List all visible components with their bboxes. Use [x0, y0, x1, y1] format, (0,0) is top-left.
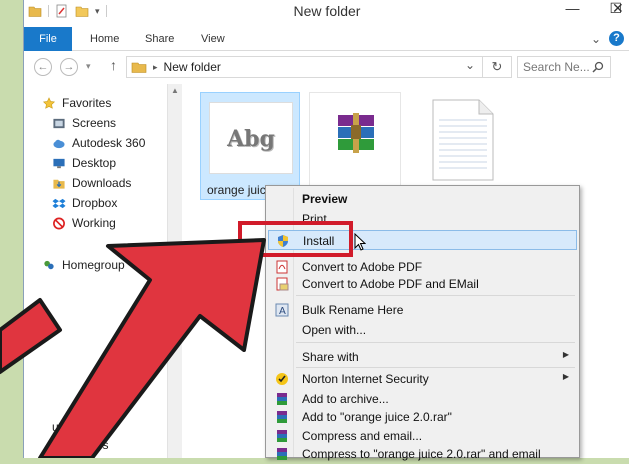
back-button[interactable]: ← [34, 58, 52, 76]
submenu-arrow-icon: ▶ [562, 372, 569, 381]
menu-item-add-archive[interactable]: Add to archive... [268, 389, 577, 409]
help-icon[interactable]: ? [609, 31, 624, 46]
nav-favorites-label: Favorites [62, 96, 112, 110]
nav-item-label: Autodesk 360 [72, 136, 146, 150]
nav-item-pictures[interactable]: ures [52, 418, 75, 436]
expand-ribbon-icon[interactable]: ⌄ [591, 32, 601, 46]
breadcrumb-separator-icon: ▸ [153, 61, 158, 72]
scroll-up-icon[interactable]: ▲ [171, 86, 179, 95]
nav-item-screens[interactable]: Screens [52, 114, 116, 132]
tab-file[interactable]: File [24, 27, 72, 51]
address-bar[interactable]: ▸ New folder ⌄ [126, 56, 512, 78]
homegroup-icon [44, 260, 54, 269]
tab-share[interactable]: Share [145, 27, 174, 51]
breadcrumb[interactable]: New folder [164, 60, 221, 74]
address-row: ← → ▾ ↑ ▸ New folder ⌄ ↻ Search Ne... [24, 52, 629, 82]
nav-item-working[interactable]: Working [52, 214, 116, 232]
menu-item-convert-pdf-email[interactable]: Convert to Adobe PDF and EMail [268, 274, 577, 294]
refresh-button[interactable]: ↻ [482, 56, 512, 78]
folder-icon [131, 62, 147, 73]
navigation-scrollbar[interactable]: ▲ [167, 84, 182, 458]
desktop-icon [53, 158, 65, 168]
menu-item-label: Add to archive... [302, 392, 389, 406]
install-highlight-box [238, 221, 353, 257]
pdf-email-icon [276, 277, 289, 291]
menu-item-label: Convert to Adobe PDF [302, 260, 423, 274]
menu-item-label: Compress to "orange juice 2.0.rar" and e… [302, 447, 541, 461]
menu-item-label: Preview [302, 192, 348, 206]
nav-item-label: Downloads [72, 176, 132, 190]
no-entry-icon [53, 217, 65, 229]
file-tile-font[interactable]: Abg orange juice [200, 92, 300, 200]
nav-item-label: Dropbox [72, 196, 118, 210]
ribbon-tabs: File Home Share View ⌄ ? [24, 27, 629, 51]
minimize-button[interactable]: — [565, 0, 579, 17]
menu-item-label: Open with... [302, 323, 367, 337]
menu-item-label: Bulk Rename Here [302, 303, 404, 317]
menu-item-label: Add to "orange juice 2.0.rar" [302, 410, 452, 424]
nav-item-label: Working [72, 216, 116, 230]
menu-item-norton[interactable]: Norton Internet Security ▶ [268, 369, 577, 389]
nav-item-desktop[interactable]: Desktop [52, 154, 116, 172]
forward-button[interactable]: → [60, 58, 78, 76]
window-title: New folder [293, 3, 361, 19]
winrar-icon [277, 430, 287, 442]
cloud-icon [53, 139, 65, 148]
menu-item-preview[interactable]: Preview [268, 189, 577, 209]
menu-item-label: Compress and email... [302, 429, 423, 443]
up-button[interactable]: ↑ [110, 57, 117, 73]
menu-item-compress-email[interactable]: Compress and email... [268, 426, 577, 446]
text-document-icon [432, 99, 494, 181]
nav-favorites[interactable]: Favorites [42, 94, 111, 112]
norton-check-icon [276, 373, 288, 385]
winrar-icon [277, 393, 287, 405]
nav-item-downloads[interactable]: Downloads [52, 174, 131, 192]
file-tile-archive[interactable] [309, 92, 401, 188]
nav-item-label: Videos [72, 438, 109, 452]
nav-item-videos[interactable]: Videos [52, 436, 108, 454]
font-file-icon: Abg [209, 102, 293, 174]
submenu-arrow-icon: ▶ [562, 350, 569, 359]
address-dropdown-icon[interactable]: ⌄ [465, 58, 475, 72]
menu-item-add-rar[interactable]: Add to "orange juice 2.0.rar" [268, 407, 577, 427]
dropbox-icon [52, 198, 66, 208]
close-button[interactable]: ✕ [612, 0, 624, 17]
tab-home[interactable]: Home [90, 27, 119, 51]
tab-view[interactable]: View [201, 27, 225, 51]
nav-item-dropbox[interactable]: Dropbox [52, 194, 117, 212]
mouse-cursor-icon [354, 233, 366, 251]
file-tile-text[interactable] [419, 92, 511, 188]
search-icon[interactable] [592, 61, 604, 73]
star-icon [42, 96, 56, 109]
pdf-icon [276, 260, 288, 274]
winrar-icon [277, 411, 287, 423]
menu-item-bulk-rename[interactable]: A Bulk Rename Here [268, 300, 577, 320]
menu-item-label: Share with [302, 350, 359, 364]
downloads-icon [53, 179, 65, 189]
bulk-rename-icon: A [275, 303, 289, 317]
navigation-pane: Favorites Screens Autodesk 360 Desktop D… [24, 84, 182, 458]
nav-homegroup-label: Homegroup [62, 258, 125, 272]
nav-item-label: ures [52, 420, 76, 434]
menu-item-label: Norton Internet Security [302, 372, 429, 386]
file-name[interactable]: orange juice [207, 183, 272, 197]
videos-icon [53, 441, 65, 451]
nav-homegroup[interactable]: Homegroup [42, 256, 125, 274]
svg-text:A: A [279, 306, 286, 317]
nav-item-label: Screens [72, 116, 117, 130]
folder-icon [53, 118, 65, 128]
menu-item-share-with[interactable]: Share with ▶ [268, 347, 577, 367]
recent-locations-icon[interactable]: ▾ [86, 61, 91, 72]
winrar-icon [277, 448, 287, 460]
menu-item-open-with[interactable]: Open with... [268, 320, 577, 340]
menu-item-compress-rar-email[interactable]: Compress to "orange juice 2.0.rar" and e… [268, 444, 577, 464]
nav-item-autodesk-360[interactable]: Autodesk 360 [52, 134, 145, 152]
menu-item-label: Convert to Adobe PDF and EMail [302, 277, 479, 291]
title-bar: ▾ New folder — ☐ [24, 0, 629, 24]
winrar-archive-icon [338, 113, 374, 153]
nav-item-label: Desktop [72, 156, 117, 170]
